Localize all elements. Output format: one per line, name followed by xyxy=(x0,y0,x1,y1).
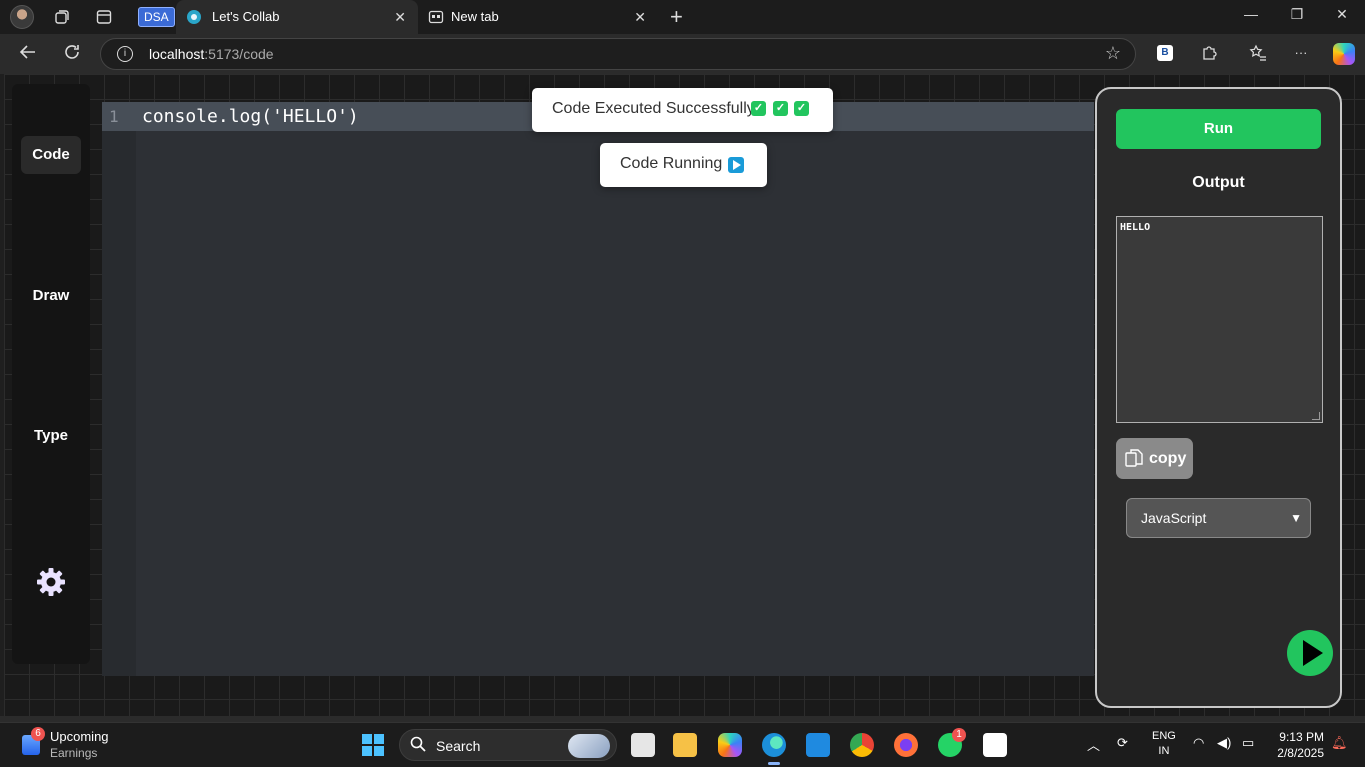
output-panel: Run Output HELLO copy JavaScript ▼ xyxy=(1095,87,1342,708)
vertical-tabs-icon[interactable] xyxy=(95,8,113,26)
gear-icon[interactable] xyxy=(36,567,66,597)
vscode-icon[interactable] xyxy=(806,733,830,757)
tab-title: New tab xyxy=(451,9,499,24)
language-select[interactable]: JavaScript ▼ xyxy=(1126,498,1311,538)
toast-running-text: Code Running xyxy=(620,155,723,172)
sidebar-item-draw[interactable]: Draw xyxy=(21,277,81,315)
check-icon: ✓ xyxy=(794,101,809,116)
search-highlight-image xyxy=(568,734,610,758)
editor-gutter xyxy=(102,102,136,676)
tab-group-label[interactable]: DSA xyxy=(138,7,175,27)
output-text: HELLO xyxy=(1120,222,1151,233)
minimize-icon[interactable]: — xyxy=(1241,6,1261,22)
line-number: 1 xyxy=(109,107,119,126)
code-editor[interactable]: 1 console.log('HELLO') xyxy=(102,102,1094,676)
sidebar-item-type[interactable]: Type xyxy=(21,417,81,455)
back-arrow-icon[interactable] xyxy=(18,42,38,68)
chrome-icon[interactable] xyxy=(850,733,874,757)
site-info-icon[interactable]: i xyxy=(117,46,133,62)
lang-line1: ENG xyxy=(1152,730,1176,742)
check-icon: ✓ xyxy=(773,101,788,116)
close-window-icon[interactable]: ✕ xyxy=(1332,6,1352,23)
sync-icon[interactable]: ⟳ xyxy=(1117,735,1128,751)
battery-icon[interactable]: ▭ xyxy=(1242,735,1254,751)
tab-new-tab[interactable]: New tab ✕ xyxy=(418,0,658,34)
windows-start-icon[interactable] xyxy=(362,734,384,756)
lang-line2: IN xyxy=(1158,745,1170,757)
notion-icon[interactable] xyxy=(983,733,1007,757)
favorite-star-icon[interactable]: ☆ xyxy=(1105,43,1121,64)
widget-subtitle[interactable]: Earnings xyxy=(50,746,97,760)
volume-icon[interactable]: ◀) xyxy=(1217,735,1231,751)
language-value: JavaScript xyxy=(1141,510,1207,526)
run-button[interactable]: Run xyxy=(1116,109,1321,149)
browser-toolbar: i localhost:5173/code ☆ B ··· xyxy=(0,34,1365,74)
resize-handle[interactable] xyxy=(1312,412,1320,420)
widget-title[interactable]: Upcoming xyxy=(50,729,109,744)
refresh-icon[interactable] xyxy=(62,42,82,68)
output-heading: Output xyxy=(1192,174,1245,191)
lets-collab-favicon-icon xyxy=(187,10,201,24)
url-host: localhost xyxy=(149,46,205,62)
search-icon xyxy=(410,736,426,756)
url-text: localhost:5173/code xyxy=(149,46,274,62)
profile-avatar[interactable] xyxy=(10,5,34,29)
copy-label: copy xyxy=(1149,450,1187,467)
toast-success[interactable]: Code Executed Successfully ✓ ✓ ✓ xyxy=(532,88,833,132)
favorites-icon[interactable] xyxy=(1249,44,1267,62)
sidebar: Code Draw Type xyxy=(12,84,90,664)
toast-running[interactable]: Code Running xyxy=(600,143,767,187)
chevron-down-icon: ▼ xyxy=(1290,511,1302,525)
show-hidden-icons-chevron-icon[interactable]: ︿ xyxy=(1087,735,1100,754)
workspaces-icon[interactable] xyxy=(53,8,71,26)
toast-success-text: Code Executed Successfully xyxy=(552,100,755,117)
edge-browser-icon[interactable] xyxy=(762,733,786,765)
task-view-icon[interactable] xyxy=(631,733,655,757)
close-tab-icon[interactable]: ✕ xyxy=(634,0,646,34)
widget-badge: 6 xyxy=(31,727,45,741)
check-icon: ✓ xyxy=(751,101,766,116)
output-textarea[interactable]: HELLO xyxy=(1116,216,1323,423)
notification-bell-icon[interactable]: 🔔︎ xyxy=(1331,735,1348,751)
browser-tab-strip: DSA Let's Collab ✕ New tab ✕ + — ❐ ✕ xyxy=(0,0,1365,34)
date: 2/8/2025 xyxy=(1277,746,1324,760)
extension-b-icon[interactable]: B xyxy=(1157,45,1173,61)
search-label: Search xyxy=(436,738,481,754)
tab-title: Let's Collab xyxy=(212,9,280,24)
clock[interactable]: 9:13 PM 2/8/2025 xyxy=(1272,729,1324,761)
copy-button[interactable]: copy xyxy=(1116,438,1193,479)
tab-lets-collab[interactable]: Let's Collab ✕ xyxy=(176,0,418,34)
play-button-icon xyxy=(728,157,744,173)
restore-icon[interactable]: ❐ xyxy=(1287,6,1307,23)
extensions-puzzle-icon[interactable] xyxy=(1200,44,1218,62)
whatsapp-badge: 1 xyxy=(952,728,966,742)
code-line[interactable]: console.log('HELLO') xyxy=(142,106,359,127)
address-bar[interactable]: i localhost:5173/code ☆ xyxy=(100,38,1136,70)
new-tab-plus-icon[interactable]: + xyxy=(670,4,683,30)
close-tab-icon[interactable]: ✕ xyxy=(394,0,406,34)
copilot-app-icon[interactable] xyxy=(718,733,742,757)
copilot-icon[interactable] xyxy=(1333,43,1355,65)
new-tab-favicon-icon xyxy=(428,10,444,24)
firefox-icon[interactable] xyxy=(894,733,918,757)
sidebar-item-code[interactable]: Code xyxy=(21,136,81,174)
url-path: :5173/code xyxy=(204,46,274,62)
taskbar-search[interactable]: Search xyxy=(399,729,617,761)
wifi-icon[interactable]: ◠ xyxy=(1193,735,1204,751)
more-menu-icon[interactable]: ··· xyxy=(1292,44,1310,62)
file-explorer-icon[interactable] xyxy=(673,733,697,757)
input-language[interactable]: ENG IN xyxy=(1152,729,1176,759)
time: 9:13 PM xyxy=(1279,730,1324,744)
taskbar: 6 Upcoming Earnings Search 1 ︿ ⟳ ENG IN … xyxy=(0,722,1365,767)
play-circle-icon[interactable] xyxy=(1287,630,1333,676)
copy-icon xyxy=(1125,449,1143,467)
